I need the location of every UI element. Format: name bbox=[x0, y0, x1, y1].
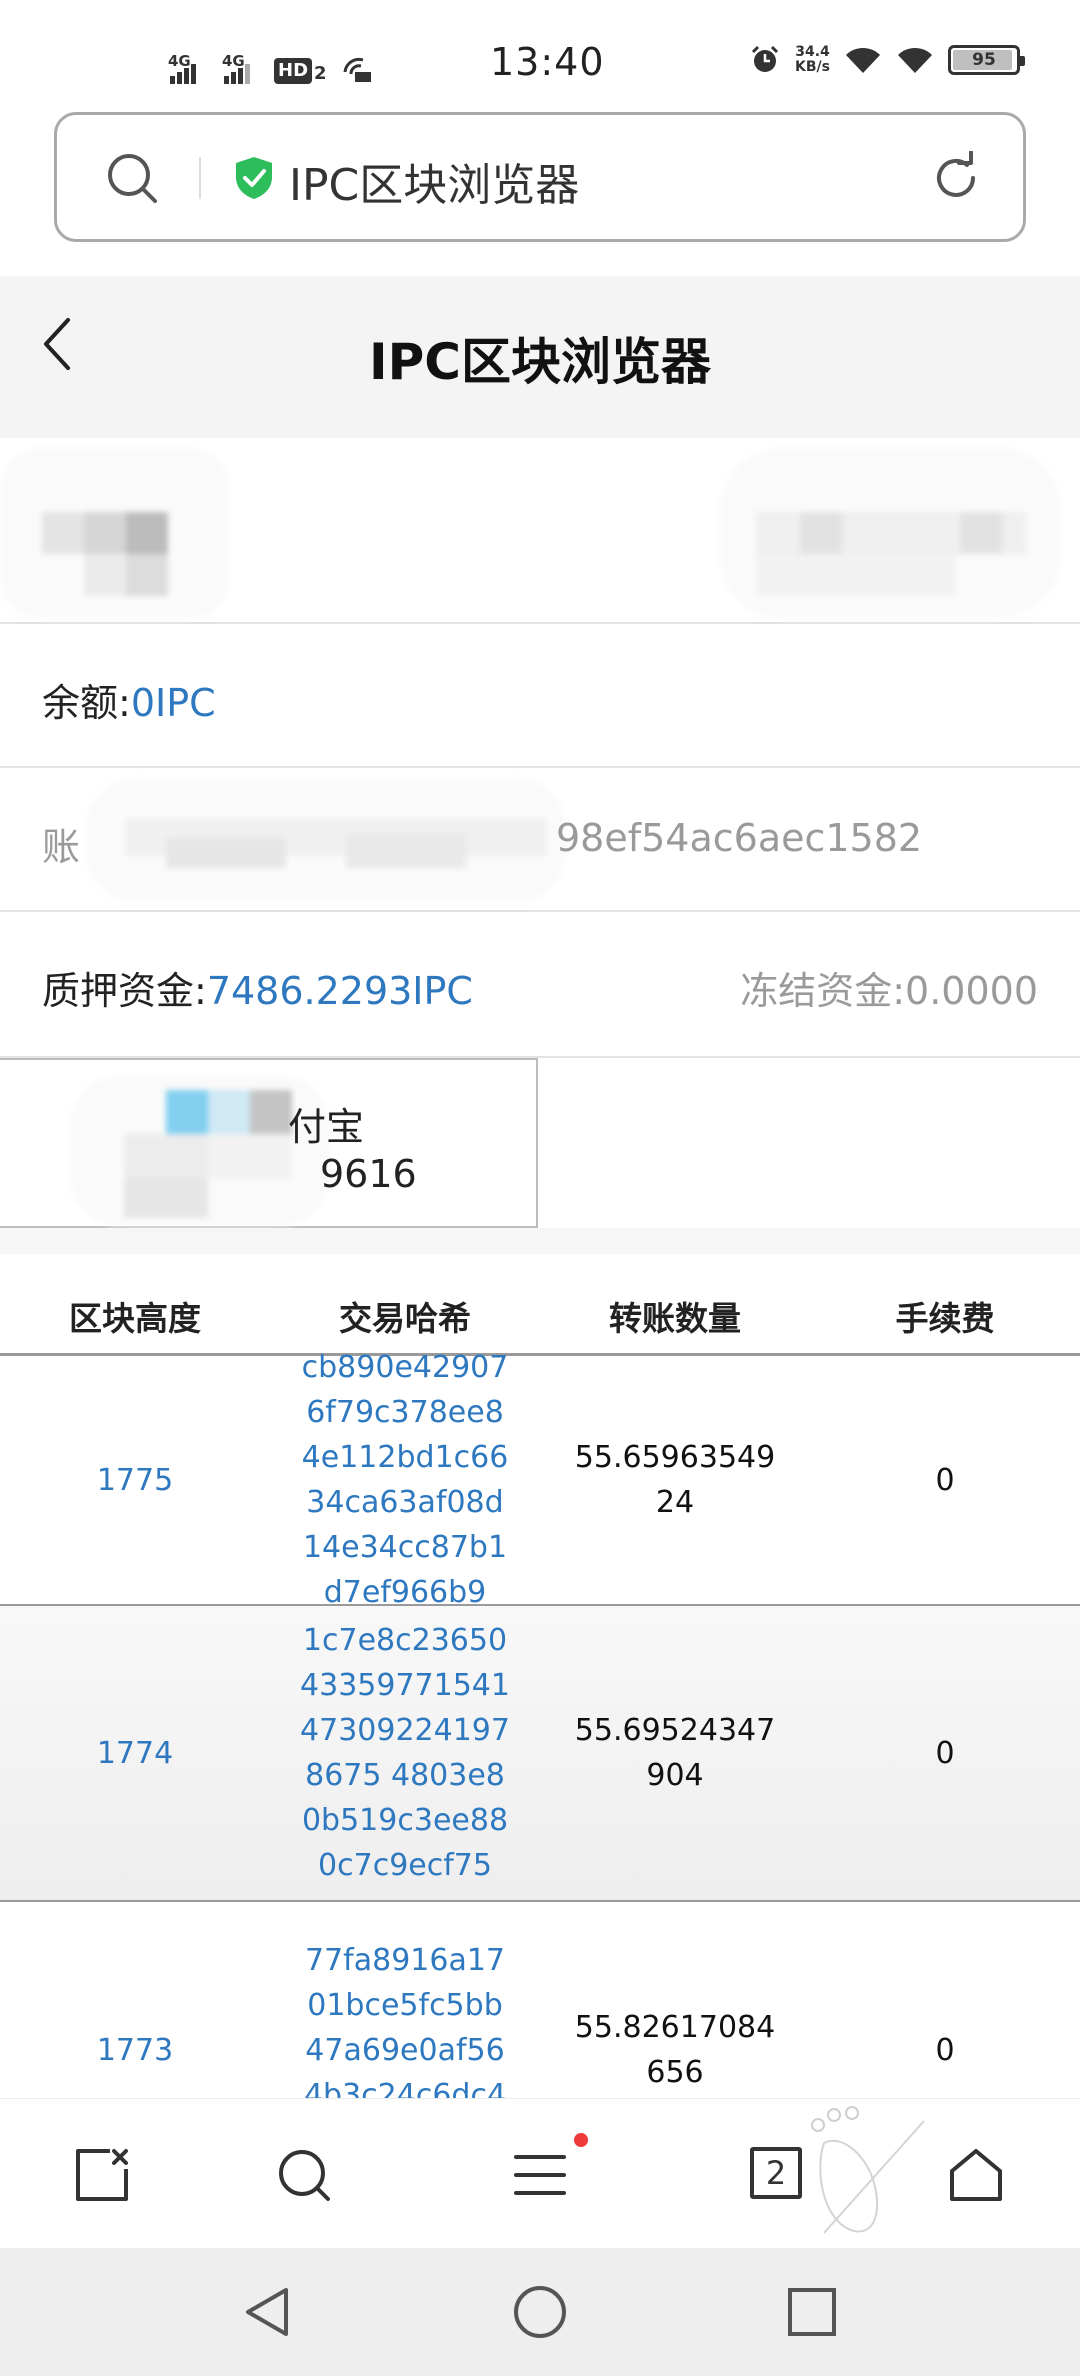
menu-icon[interactable] bbox=[512, 2147, 568, 2203]
system-navigation-bar bbox=[0, 2248, 1080, 2376]
nav-back-icon[interactable] bbox=[240, 2284, 296, 2340]
tabs-button[interactable]: 2 bbox=[750, 2147, 802, 2199]
row-fee: 0 bbox=[935, 1735, 955, 1771]
hotspot-icon bbox=[343, 57, 371, 82]
redacted-avatar-block bbox=[0, 448, 230, 618]
address-divider bbox=[199, 157, 201, 199]
hd-sub-label: 2 bbox=[314, 63, 327, 84]
row-block-height[interactable]: 1774 bbox=[0, 1606, 270, 1900]
watermark-footprint-icon bbox=[811, 2106, 925, 2234]
home-icon[interactable] bbox=[948, 2147, 1004, 2203]
tabs-count: 2 bbox=[765, 2154, 787, 2192]
wifi-2-icon bbox=[898, 47, 932, 73]
pledge-funds: 质押资金:7486.2293IPC bbox=[42, 960, 473, 1015]
nav-home-icon[interactable] bbox=[512, 2284, 568, 2340]
notification-dot bbox=[574, 2133, 588, 2147]
frozen-value: 0.0000 bbox=[905, 969, 1038, 1013]
nav-recents-icon[interactable] bbox=[784, 2284, 840, 2340]
row-amount: 55.69524347904 bbox=[574, 1713, 776, 1793]
row-tx-hash[interactable]: 1c7e8c2365043359771541473092241978675 48… bbox=[270, 1606, 540, 1900]
pledge-label: 质押资金: bbox=[42, 969, 207, 1013]
address-text[interactable]: IPC区块浏览器 bbox=[289, 149, 579, 213]
address-bar[interactable]: IPC区块浏览器 bbox=[54, 112, 1026, 242]
secure-shield-icon bbox=[236, 157, 272, 199]
clock: 13:40 bbox=[490, 40, 605, 84]
browser-toolbar: 2 bbox=[0, 2098, 1080, 2248]
search-icon[interactable] bbox=[105, 151, 159, 205]
status-bar: 4G 4G HD 2 13:40 34.4 KB/s 95 bbox=[0, 0, 1080, 110]
frozen-funds: 冻结资金:0.0000 bbox=[740, 960, 1038, 1015]
cellular-signal-2-icon: 4G bbox=[222, 52, 250, 84]
balance: 余额:0IPC bbox=[42, 672, 216, 727]
close-page-icon[interactable] bbox=[74, 2147, 130, 2203]
payment-card[interactable]: 付宝 9616 bbox=[0, 1058, 538, 1228]
row-fee: 0 bbox=[935, 1462, 955, 1498]
battery-icon: 95 bbox=[948, 45, 1025, 75]
balance-value: 0IPC bbox=[130, 681, 216, 725]
table-row[interactable]: 1775 cb890e429076f79c378ee84e112bd1c6634… bbox=[0, 1350, 1080, 1610]
card-line2: 9616 bbox=[320, 1152, 417, 1196]
network-speed: 34.4 KB/s bbox=[795, 45, 830, 75]
hd-voice-icon: HD bbox=[274, 58, 313, 84]
status-icons-left: 4G 4G HD 2 bbox=[168, 44, 375, 84]
address-label: 账 bbox=[42, 825, 81, 869]
address-row: 账 98ef54ac6aec1582 bbox=[0, 768, 1080, 912]
pledge-value: 7486.2293IPC bbox=[206, 969, 473, 1013]
redacted-address-block bbox=[86, 778, 566, 902]
balance-row: 余额:0IPC bbox=[0, 624, 1080, 768]
status-icons-right: 34.4 KB/s 95 bbox=[749, 44, 1025, 76]
header-block-height: 区块高度 bbox=[69, 1299, 201, 1338]
section-gap bbox=[0, 1228, 1080, 1254]
payment-card-area: 付宝 9616 bbox=[0, 1058, 1080, 1228]
search-icon[interactable] bbox=[276, 2147, 332, 2203]
balance-label: 余额: bbox=[42, 681, 131, 725]
transactions-table: 区块高度 交易哈希 转账数量 手续费 1775 cb890e429076f79c… bbox=[0, 1254, 1080, 2198]
account-info-row bbox=[0, 438, 1080, 624]
frozen-label: 冻结资金: bbox=[740, 969, 906, 1013]
table-header: 区块高度 交易哈希 转账数量 手续费 bbox=[0, 1254, 1080, 1356]
speed-unit: KB/s bbox=[795, 59, 830, 75]
row-tx-hash[interactable]: cb890e429076f79c378ee84e112bd1c6634ca63a… bbox=[270, 1350, 540, 1610]
table-row[interactable]: 1774 1c7e8c23650433597715414730922419786… bbox=[0, 1606, 1080, 1902]
page-header: IPC区块浏览器 bbox=[0, 276, 1080, 438]
alarm-icon bbox=[751, 45, 779, 72]
address-value[interactable]: 98ef54ac6aec1582 bbox=[556, 816, 922, 860]
battery-level: 95 bbox=[972, 50, 996, 70]
row-amount: 55.6596354924 bbox=[574, 1440, 776, 1520]
row-block-height[interactable]: 1775 bbox=[0, 1356, 270, 1604]
header-tx-hash: 交易哈希 bbox=[339, 1299, 471, 1338]
header-amount: 转账数量 bbox=[609, 1299, 741, 1338]
page-title: IPC区块浏览器 bbox=[369, 333, 711, 391]
redacted-name-block bbox=[720, 448, 1060, 618]
header-fee: 手续费 bbox=[895, 1299, 995, 1338]
funds-row: 质押资金:7486.2293IPC 冻结资金:0.0000 bbox=[0, 912, 1080, 1058]
wifi-icon bbox=[846, 47, 880, 73]
speed-value: 34.4 bbox=[795, 44, 830, 60]
card-line1: 付宝 bbox=[288, 1105, 365, 1149]
network-type-label-2: 4G bbox=[222, 52, 245, 70]
reload-icon[interactable] bbox=[929, 151, 983, 205]
network-type-label: 4G bbox=[168, 52, 191, 70]
cellular-signal-icon: 4G bbox=[168, 52, 196, 84]
